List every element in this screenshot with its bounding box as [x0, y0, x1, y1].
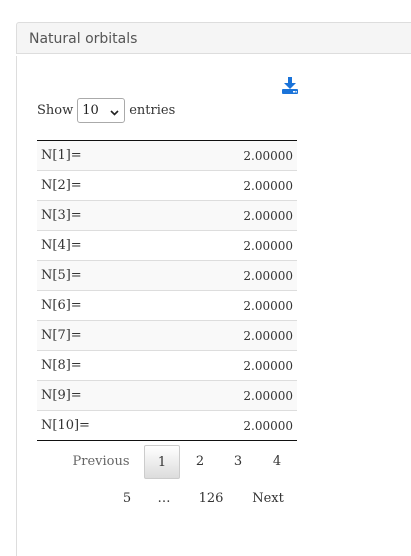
orbital-value: 2.00000 — [166, 260, 297, 291]
page-button-4[interactable]: 4 — [261, 445, 293, 479]
orbital-value: 2.00000 — [166, 200, 297, 231]
orbital-value: 2.00000 — [166, 170, 297, 201]
pagination-ellipsis: … — [157, 491, 171, 506]
table-row: N[7]= 2.00000 — [37, 320, 297, 351]
orbital-label: N[9]= — [37, 380, 167, 411]
table-row: N[3]= 2.00000 — [37, 200, 297, 231]
orbital-label: N[10]= — [37, 410, 167, 441]
length-menu: Show 10 entries — [37, 97, 175, 123]
length-suffix: entries — [129, 102, 176, 118]
entries-select-value: 10 — [82, 102, 99, 118]
orbital-label: N[1]= — [41, 148, 82, 163]
orbital-label: N[5]= — [37, 260, 167, 291]
chevron-down-icon — [110, 106, 119, 116]
orbital-value: 2.00000 — [166, 350, 297, 381]
panel-title: Natural orbitals — [29, 31, 138, 47]
orbital-label: N[7]= — [37, 320, 167, 351]
orbital-label: N[3]= — [37, 200, 167, 231]
download-icon[interactable] — [282, 77, 298, 94]
orbital-value: 2.00000 — [166, 290, 297, 321]
entries-select[interactable]: 10 — [77, 97, 126, 123]
table-row: N[6]= 2.00000 — [37, 290, 297, 321]
table-row: N[9]= 2.00000 — [37, 380, 297, 411]
orbital-value: 2.00000 — [166, 380, 297, 411]
orbital-label: N[6]= — [37, 290, 167, 321]
previous-button[interactable]: Previous — [66, 445, 136, 479]
orbital-value: 2.00000 — [166, 230, 297, 261]
orbital-label: N[2]= — [37, 170, 167, 201]
orbital-label: N[4]= — [37, 230, 167, 261]
table-row: N[4]= 2.00000 — [37, 230, 297, 261]
next-button[interactable]: Next — [246, 482, 290, 516]
page-button-last[interactable]: 126 — [193, 482, 229, 516]
table-row: N[1]= 2.00000 — [37, 140, 297, 171]
table-row: N[2]= 2.00000 — [37, 170, 297, 201]
orbital-value: 2.00000 — [166, 410, 297, 441]
page-button-2[interactable]: 2 — [184, 445, 216, 479]
length-prefix: Show — [37, 102, 74, 118]
page-button-1[interactable]: 1 — [144, 445, 180, 479]
orbital-value: 2.00000 — [166, 320, 297, 351]
orbital-value: 2.00000 — [243, 148, 293, 163]
panel-heading: Natural orbitals — [16, 22, 411, 54]
orbitals-table: N[1]= 2.00000 N[2]= 2.00000 N[3]= 2.00000 N[4]… — [37, 140, 297, 441]
page-button-5[interactable]: 5 — [111, 482, 143, 516]
page-button-3[interactable]: 3 — [222, 445, 254, 479]
table-row: N[10]= 2.00000 — [37, 410, 297, 441]
table-row: N[8]= 2.00000 — [37, 350, 297, 381]
table-row: N[5]= 2.00000 — [37, 260, 297, 291]
orbital-label: N[8]= — [37, 350, 167, 381]
